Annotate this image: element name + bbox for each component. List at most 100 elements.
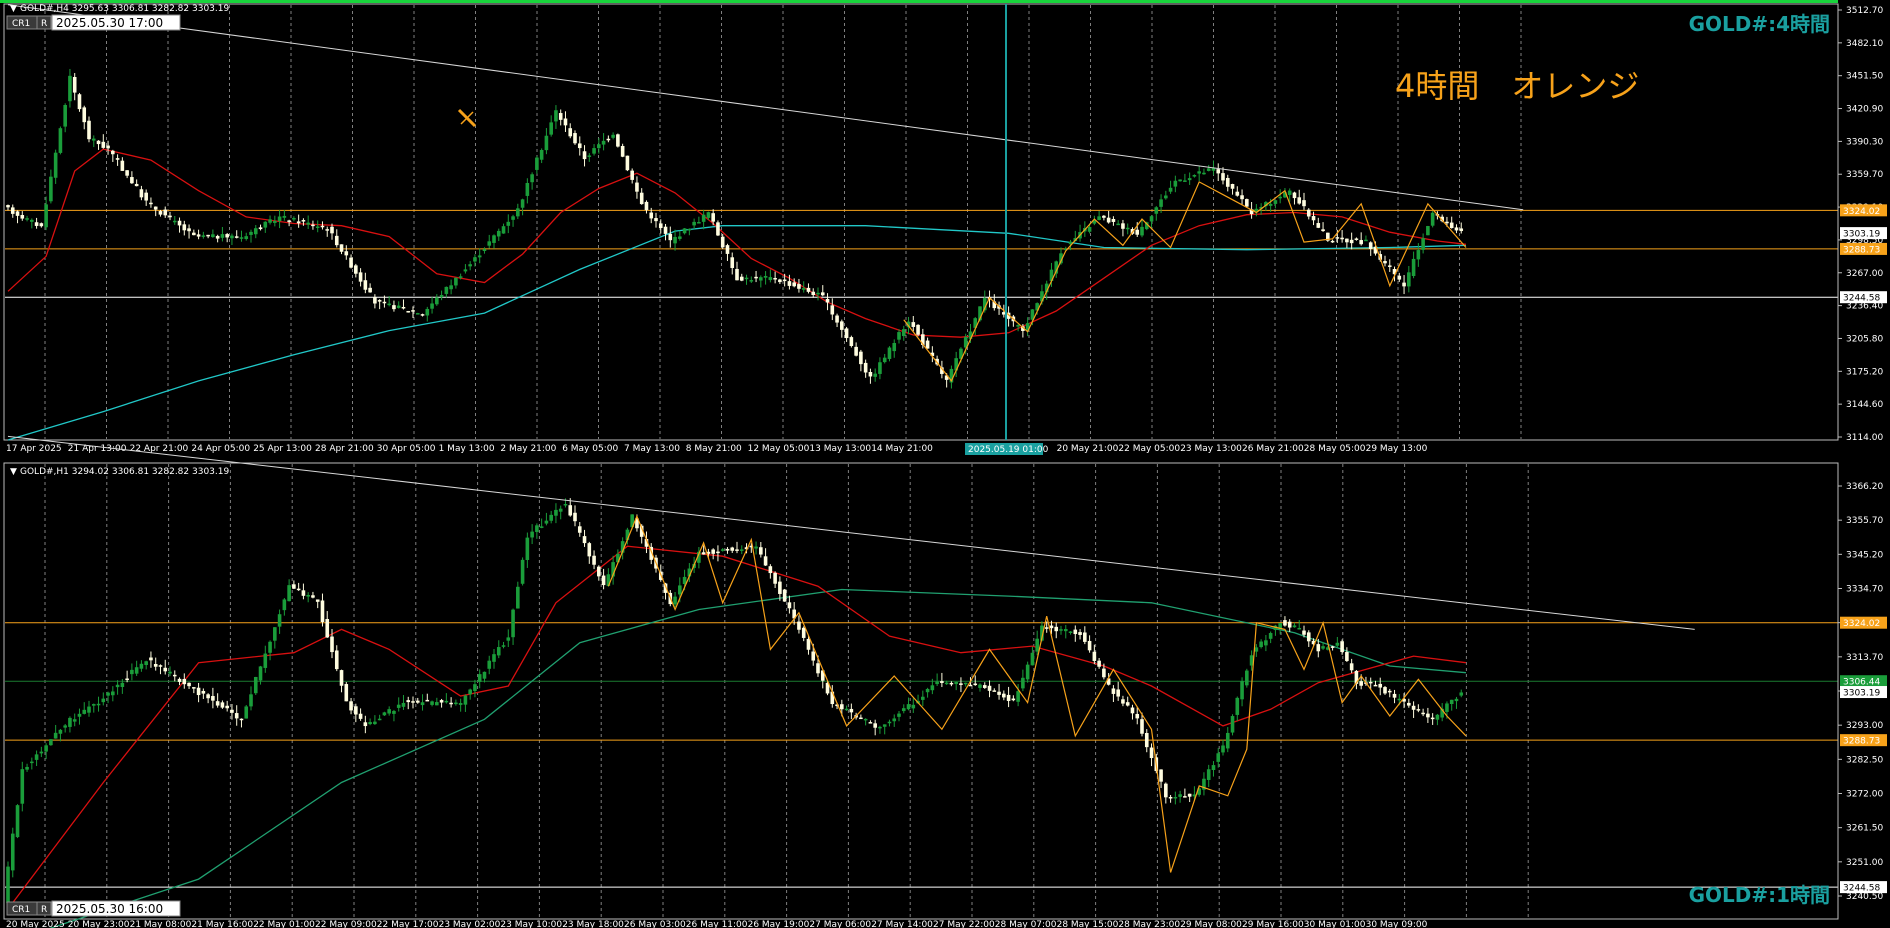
candle-body bbox=[1049, 625, 1054, 629]
candle-body bbox=[49, 176, 53, 202]
candle-body bbox=[296, 221, 301, 224]
candle-body bbox=[1449, 222, 1454, 228]
candle-body bbox=[1097, 660, 1101, 667]
candle-body bbox=[1164, 783, 1168, 798]
candle-body bbox=[1368, 681, 1373, 684]
time-tick-label: 20 May 2025 bbox=[6, 920, 65, 928]
bottom-symbol-arrow-icon[interactable]: ▼ bbox=[10, 467, 17, 477]
candle-body bbox=[1397, 275, 1402, 280]
candle-body bbox=[1459, 692, 1464, 696]
candle-body bbox=[1235, 191, 1240, 196]
candle-body bbox=[1144, 733, 1149, 748]
candle-body bbox=[1016, 325, 1020, 327]
candle-body bbox=[730, 547, 735, 551]
time-tick-label: 7 May 13:00 bbox=[624, 444, 680, 454]
candle-body bbox=[1373, 684, 1378, 687]
bottom-time-axis[interactable]: 20 May 2025 20 May 23:00 21 May 08:00 21 Ma… bbox=[6, 920, 1428, 928]
candle-body bbox=[1225, 177, 1230, 187]
top-r-label: R bbox=[41, 19, 47, 29]
candle-body bbox=[1078, 632, 1082, 635]
candle-body bbox=[1187, 178, 1192, 181]
candle-body bbox=[873, 723, 877, 728]
candle-body bbox=[1449, 699, 1454, 705]
candle-body bbox=[1225, 732, 1230, 749]
candle-body bbox=[892, 342, 897, 352]
price-tag-label: 3244.58 bbox=[1843, 294, 1880, 304]
price-tick-label: 3282.50 bbox=[1846, 755, 1883, 765]
candle-body bbox=[1083, 632, 1087, 642]
candle-body bbox=[882, 357, 887, 363]
candle-body bbox=[544, 135, 549, 151]
candle-body bbox=[325, 229, 330, 231]
price-tag-label: 3303.19 bbox=[1843, 689, 1880, 699]
price-tick-label: 3345.20 bbox=[1846, 550, 1883, 560]
top-time-axis[interactable]: 17 Apr 2025 21 Apr 13:00 22 Apr 21:00 24 Ap… bbox=[6, 444, 1428, 454]
candle-body bbox=[577, 143, 582, 149]
candle-body bbox=[277, 614, 282, 627]
candle-body bbox=[1311, 216, 1316, 221]
price-tick-label: 3114.00 bbox=[1846, 433, 1883, 443]
candle-body bbox=[1178, 794, 1182, 797]
candle-body bbox=[10, 833, 15, 871]
price-tick-label: 3261.50 bbox=[1846, 824, 1883, 834]
candle-body bbox=[149, 202, 153, 205]
candle-body bbox=[172, 674, 177, 677]
candle-body bbox=[968, 684, 973, 687]
candle-body bbox=[196, 687, 201, 696]
candle-body bbox=[568, 128, 573, 137]
candle-body bbox=[1149, 216, 1154, 222]
candle-body bbox=[973, 683, 978, 686]
candle-body bbox=[44, 204, 48, 228]
candle-body bbox=[673, 596, 677, 605]
candle-body bbox=[530, 531, 534, 538]
candle-body bbox=[1268, 203, 1273, 206]
candle-body bbox=[106, 145, 110, 149]
time-tick-label: 21 May 08:00 bbox=[130, 920, 192, 928]
candle-body bbox=[1283, 620, 1287, 626]
bottom-r-label: R bbox=[41, 905, 47, 915]
candle-body bbox=[263, 653, 268, 668]
candle-body bbox=[234, 713, 239, 719]
candle-body bbox=[458, 276, 463, 278]
time-tick-label: 27 May 06:00 bbox=[809, 920, 871, 928]
candle-body bbox=[325, 619, 330, 638]
candle-body bbox=[282, 215, 287, 218]
time-tick-label: 13 May 13:00 bbox=[809, 444, 871, 454]
candle-body bbox=[496, 230, 501, 237]
candle-body bbox=[482, 249, 487, 252]
candle-body bbox=[1321, 646, 1325, 649]
chart-canvas[interactable]: ▼ GOLD#,H4 3295.63 3306.81 3282.82 3303.… bbox=[0, 0, 1890, 928]
candle-body bbox=[387, 303, 391, 306]
candle-body bbox=[678, 236, 682, 239]
top-annotation-text[interactable]: 4時間 オレンジ bbox=[1395, 67, 1639, 105]
time-tick-label: 23 May 02:00 bbox=[439, 920, 501, 928]
candle-body bbox=[516, 208, 520, 217]
candle-body bbox=[887, 721, 892, 724]
top-symbol-arrow-icon[interactable]: ▼ bbox=[10, 4, 17, 14]
candle-body bbox=[1245, 670, 1249, 686]
candle-body bbox=[1221, 173, 1225, 181]
candle-body bbox=[663, 226, 668, 234]
candle-body bbox=[225, 705, 229, 709]
candle-body bbox=[1111, 688, 1116, 694]
candle-body bbox=[406, 700, 411, 703]
candle-body bbox=[106, 692, 110, 696]
candle-body bbox=[725, 245, 730, 254]
candle-body bbox=[125, 170, 129, 176]
candle-body bbox=[206, 694, 210, 699]
candle-body bbox=[668, 233, 673, 241]
candle-body bbox=[182, 224, 187, 231]
candle-body bbox=[1035, 638, 1039, 652]
candle-body bbox=[563, 118, 568, 126]
candle-body bbox=[582, 536, 587, 544]
candle-body bbox=[20, 215, 25, 219]
time-tick-label: 26 May 11:00 bbox=[686, 920, 748, 928]
candle-body bbox=[1316, 644, 1321, 652]
candle-body bbox=[420, 702, 425, 706]
candle-body bbox=[1259, 641, 1263, 648]
candle-body bbox=[430, 701, 434, 705]
time-tick-label: 30 May 01:00 bbox=[1304, 920, 1366, 928]
candle-body bbox=[797, 284, 801, 289]
candle-body bbox=[382, 712, 387, 716]
price-tick-label: 3272.00 bbox=[1846, 790, 1883, 800]
